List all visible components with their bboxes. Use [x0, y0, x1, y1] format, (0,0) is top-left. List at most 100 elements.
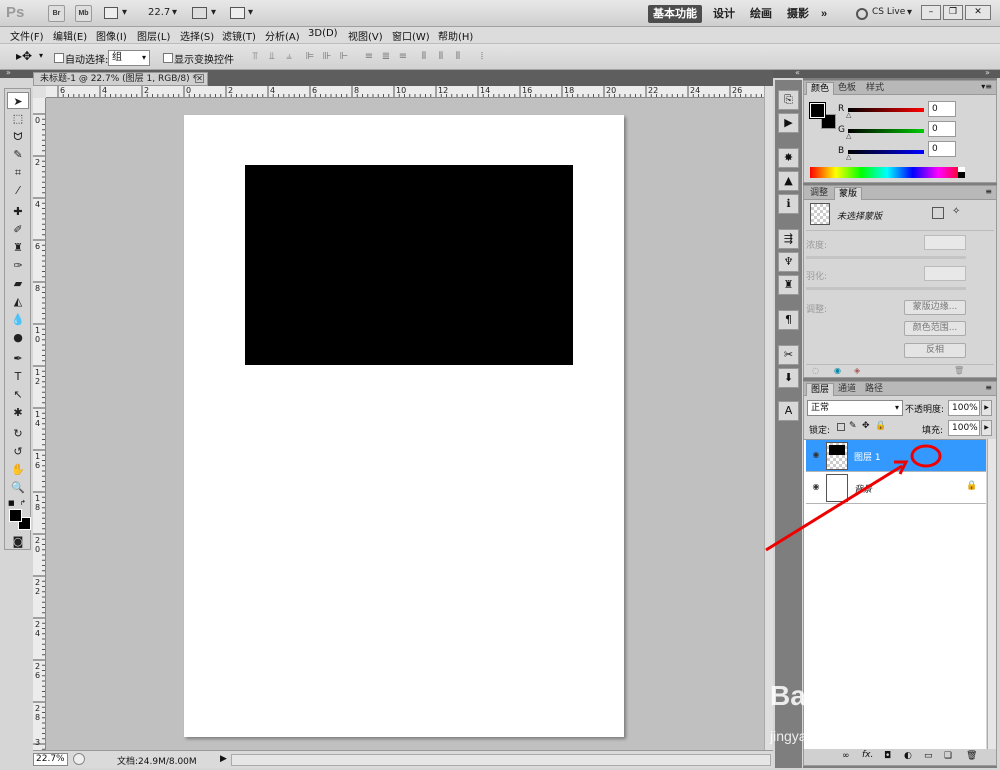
history-panel-icon[interactable]: ⎘	[778, 90, 799, 110]
more-workspaces-icon[interactable]: »	[816, 5, 832, 23]
zoom-level[interactable]: 22.7	[148, 7, 170, 18]
3d-panel-icon[interactable]: ✸	[778, 148, 799, 168]
delete-mask-icon[interactable]: 🗑	[954, 366, 964, 375]
align-vcenter-icon[interactable]: ⫫	[265, 51, 279, 63]
healing-brush-tool-icon[interactable]: ✚	[7, 203, 29, 220]
vector-mask-icon[interactable]: ✧	[952, 206, 960, 217]
tab-paths[interactable]: 路径	[861, 383, 887, 396]
channel-b-input[interactable]: 0	[928, 141, 956, 157]
actions-panel-icon[interactable]: ▶	[778, 113, 799, 133]
menu-window[interactable]: 窗口(W)	[392, 28, 430, 43]
blur-tool-icon[interactable]: 💧	[7, 311, 29, 328]
chevron-down-icon[interactable]: ▾	[907, 7, 912, 18]
auto-align-icon[interactable]: ⦙	[475, 51, 489, 63]
view-extras-icon[interactable]	[104, 7, 118, 19]
blend-mode-dropdown[interactable]: 正常 ▾	[807, 400, 903, 416]
pen-tool-icon[interactable]: ✒	[7, 350, 29, 367]
cs-live-label[interactable]: CS Live	[872, 7, 905, 17]
eyedropper-tool-icon[interactable]: ⁄	[7, 182, 29, 199]
channel-g-slider[interactable]	[848, 129, 924, 133]
menu-select[interactable]: 选择(S)	[180, 28, 214, 43]
screen-mode-icon[interactable]	[230, 7, 245, 19]
swap-colors-icon[interactable]: ↱	[20, 499, 26, 507]
distribute-left-icon[interactable]: ⦀	[417, 51, 431, 63]
opacity-slider-arrow-icon[interactable]: ▶	[981, 400, 992, 416]
hand-tool-icon[interactable]: ✋	[7, 461, 29, 478]
dodge-tool-icon[interactable]: ●	[7, 329, 29, 346]
history-brush-tool-icon[interactable]: ✑	[7, 257, 29, 274]
tab-swatches[interactable]: 色板	[834, 82, 860, 95]
clone-source-icon[interactable]: ♜	[778, 275, 799, 295]
crop-tool-icon[interactable]: ⌗	[7, 164, 29, 181]
opacity-input[interactable]: 100%	[948, 400, 980, 416]
restore-button[interactable]: ❐	[943, 5, 963, 20]
brush-tool-icon[interactable]: ✐	[7, 221, 29, 238]
eraser-tool-icon[interactable]: ▰	[7, 275, 29, 292]
tab-masks[interactable]: 蒙版	[834, 187, 863, 200]
mini-bridge-button[interactable]: Mb	[75, 5, 92, 22]
workspace-photography[interactable]: 摄影	[782, 5, 814, 23]
type-tool-icon[interactable]: T	[7, 368, 29, 385]
chevron-down-icon[interactable]: ▾	[211, 7, 216, 18]
expand-tools-icon[interactable]: »	[6, 68, 11, 77]
distribute-right-icon[interactable]: ⦀	[451, 51, 465, 63]
collapse-dock-icon[interactable]: «	[795, 68, 800, 77]
foreground-color-swatch[interactable]	[809, 102, 826, 119]
slider-thumb-icon[interactable]: △	[846, 153, 851, 161]
arrange-documents-icon[interactable]	[192, 7, 207, 19]
document-tab[interactable]: 未标题-1 @ 22.7% (图层 1, RGB/8) * ✕	[33, 72, 208, 86]
menu-file[interactable]: 文件(F)	[10, 28, 44, 43]
tab-color[interactable]: 颜色	[806, 82, 835, 95]
chevron-down-icon[interactable]: ▾	[248, 7, 253, 18]
3d-rotate-tool-icon[interactable]: ↻	[7, 425, 29, 442]
close-tab-icon[interactable]: ✕	[195, 74, 204, 83]
distribute-vcenter-icon[interactable]: ≣	[379, 51, 393, 63]
tool-presets-icon[interactable]: ✂	[778, 345, 799, 365]
auto-select-dropdown[interactable]: 组 ▾	[108, 50, 150, 66]
panel-menu-icon[interactable]: ▾≡	[981, 82, 992, 91]
status-zoom-field[interactable]: 22.7%	[33, 753, 68, 766]
lasso-tool-icon[interactable]: ᗢ	[7, 128, 29, 145]
quick-select-tool-icon[interactable]: ✎	[7, 146, 29, 163]
histogram-panel-icon[interactable]: ▲	[778, 171, 799, 191]
close-button[interactable]: ✕	[965, 5, 991, 20]
quick-mask-icon[interactable]: ◙	[7, 533, 29, 550]
character-panel-icon[interactable]: A	[778, 401, 799, 421]
menu-edit[interactable]: 编辑(E)	[53, 28, 87, 43]
apply-mask-icon[interactable]: ◉	[834, 366, 841, 375]
foreground-color-swatch[interactable]	[9, 509, 22, 522]
feather-field[interactable]	[924, 266, 966, 281]
status-options-icon[interactable]	[73, 753, 85, 765]
menu-help[interactable]: 帮助(H)	[438, 28, 473, 43]
bridge-button[interactable]: Br	[48, 5, 65, 22]
marquee-tool-icon[interactable]: ⬚	[7, 110, 29, 127]
shape-tool-icon[interactable]: ✱	[7, 404, 29, 421]
menu-layer[interactable]: 图层(L)	[137, 28, 170, 43]
minimize-button[interactable]: –	[921, 5, 941, 20]
move-tool-preset-icon[interactable]: ▸✥	[16, 49, 32, 63]
fill-input[interactable]: 100%	[948, 420, 980, 436]
chevron-down-icon[interactable]: ▾	[39, 51, 43, 60]
ramp-black-swatch[interactable]	[958, 172, 965, 178]
move-tool-icon[interactable]: ➤	[7, 92, 29, 109]
menu-analysis[interactable]: 分析(A)	[265, 28, 300, 43]
path-selection-tool-icon[interactable]: ↖	[7, 386, 29, 403]
brush-presets-icon[interactable]: ⇶	[778, 229, 799, 249]
align-left-icon[interactable]: ⊫	[303, 51, 317, 63]
feather-slider[interactable]	[806, 287, 966, 290]
tab-adjustments[interactable]: 调整	[806, 187, 832, 200]
channel-r-input[interactable]: 0	[928, 101, 956, 117]
lock-transparency-icon[interactable]	[837, 423, 845, 431]
horizontal-ruler[interactable]: 6 4 2 0 2 4 6 8 10 12 14 16 18 20 22 24 …	[46, 86, 764, 98]
collapse-panels-icon[interactable]: »	[985, 68, 990, 77]
menu-3d[interactable]: 3D(D)	[308, 28, 338, 39]
auto-select-checkbox[interactable]	[54, 53, 64, 63]
brushes-panel-icon[interactable]: ♆	[778, 252, 799, 272]
distribute-hcenter-icon[interactable]: ⦀	[434, 51, 448, 63]
tab-layers[interactable]: 图层	[806, 383, 835, 396]
align-hcenter-icon[interactable]: ⊪	[320, 51, 334, 63]
chevron-down-icon[interactable]: ▾	[122, 7, 127, 18]
lock-pixels-icon[interactable]: ✎	[849, 421, 857, 431]
density-slider[interactable]	[806, 256, 966, 259]
default-colors-icon[interactable]: ■	[8, 499, 15, 507]
